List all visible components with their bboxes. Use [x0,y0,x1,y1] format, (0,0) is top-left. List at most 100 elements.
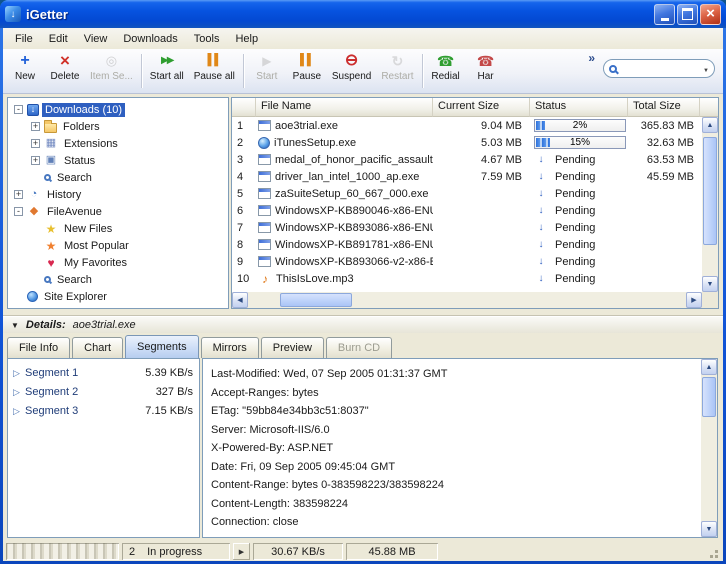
toolbar-button-start[interactable]: ▶Start [247,50,287,92]
scroll-down-icon[interactable] [701,521,717,537]
sidebar-item-site-explorer[interactable]: Site Explorer [8,288,228,305]
tab-file-info[interactable]: File Info [7,337,70,358]
search-box[interactable] [603,59,715,78]
table-row[interactable]: 5zaSuiteSetup_60_667_000.exe↓Pending [232,185,702,202]
menu-help[interactable]: Help [227,30,266,48]
scroll-left-icon[interactable] [232,292,248,308]
menu-view[interactable]: View [76,30,116,48]
segment-expander-icon[interactable] [13,386,25,398]
sidebar-item-new-files[interactable]: ★New Files [8,220,228,237]
exe-icon [258,188,271,199]
segment-expander-icon[interactable] [13,367,25,379]
resize-grip[interactable] [706,543,720,560]
total-size-cell [628,253,700,270]
minimize-button[interactable] [654,4,675,25]
hangup-icon: ☎ [479,51,493,70]
scroll-up-icon[interactable] [701,359,717,375]
headers-vertical-scrollbar[interactable] [701,359,717,537]
table-row[interactable]: 3medal_of_honor_pacific_assault...4.67 M… [232,151,702,168]
toolbar-button-har[interactable]: ☎Har [466,50,506,92]
table-row[interactable]: 8WindowsXP-KB891781-x86-ENU...↓Pending [232,236,702,253]
tree-expander-icon[interactable]: + [31,156,40,165]
menu-file[interactable]: File [7,30,41,48]
vertical-scrollbar-thumb[interactable] [702,377,716,417]
toolbar-button-start-all[interactable]: ▶▶Start all [145,50,189,92]
tree-expander-icon[interactable]: - [14,105,23,114]
tree-expander-icon[interactable]: - [14,207,23,216]
menu-edit[interactable]: Edit [41,30,76,48]
table-row[interactable]: 6WindowsXP-KB890046-x86-ENU...↓Pending [232,202,702,219]
row-number: 5 [232,185,256,202]
table-row[interactable]: 1aoe3trial.exe9.04 MB2%365.83 MB [232,117,702,134]
sidebar-item-extensions[interactable]: +▦Extensions [8,135,228,152]
column-header-current-size[interactable]: Current Size [433,98,530,117]
tree-expander-icon[interactable]: + [14,190,23,199]
toolbar-button-item-se[interactable]: ◎Item Se... [85,50,138,92]
table-row[interactable]: 4driver_lan_intel_1000_ap.exe7.59 MB↓Pen… [232,168,702,185]
toolbar-button-restart[interactable]: ↻Restart [376,50,418,92]
statusbar-play-button[interactable] [233,543,250,560]
sidebar-item-my-favorites[interactable]: ♥My Favorites [8,254,228,271]
tab-preview[interactable]: Preview [261,337,324,358]
status-cell: ↓Pending [530,270,628,287]
menu-downloads[interactable]: Downloads [115,30,185,48]
history-icon: ◔ [27,188,41,202]
segment-row[interactable]: Segment 37.15 KB/s [8,401,199,420]
response-header-line: Date: Fri, 09 Sep 2005 09:45:04 GMT [211,458,695,477]
toolbar-button-delete[interactable]: ×Delete [45,50,85,92]
sidebar-item-status[interactable]: +▣Status [8,152,228,169]
column-header-status[interactable]: Status [530,98,628,117]
titlebar[interactable]: iGetter [0,0,726,28]
pending-icon: ↓ [534,204,548,218]
menu-tools[interactable]: Tools [186,30,228,48]
toolbar-overflow-chevron[interactable]: » [588,51,595,65]
sidebar-item-downloads-10[interactable]: -↓Downloads (10) [8,101,228,118]
pause-all-icon: ▌▌ [207,51,221,70]
sidebar-item-search[interactable]: Search [8,271,228,288]
column-header-number[interactable] [232,98,256,117]
tree-expander-icon[interactable]: + [31,122,40,131]
segment-row[interactable]: Segment 15.39 KB/s [8,363,199,382]
vertical-scrollbar-thumb[interactable] [703,137,717,245]
column-header-file-name[interactable]: File Name [256,98,433,117]
tab-mirrors[interactable]: Mirrors [201,337,259,358]
status-pending-label: Pending [555,171,595,183]
scroll-right-icon[interactable] [686,292,702,308]
table-row[interactable]: 7WindowsXP-KB893086-x86-ENU...↓Pending [232,219,702,236]
menu-bar: FileEditViewDownloadsToolsHelp [3,28,723,49]
segment-row[interactable]: Segment 2327 B/s [8,382,199,401]
sidebar-item-search[interactable]: Search [8,169,228,186]
table-row[interactable]: 2iTunesSetup.exe5.03 MB15%32.63 MB [232,134,702,151]
toolbar-button-redial[interactable]: ☎Redial [426,50,466,92]
tab-chart[interactable]: Chart [72,337,123,358]
tab-burn-cd[interactable]: Burn CD [326,337,392,358]
sidebar-item-most-popular[interactable]: ★Most Popular [8,237,228,254]
toolbar-button-new[interactable]: +New [5,50,45,92]
status-pending-label: Pending [555,222,595,234]
sidebar-item-fileavenue[interactable]: -◆FileAvenue [8,203,228,220]
details-collapse-icon[interactable] [11,319,19,331]
scroll-down-icon[interactable] [702,276,718,292]
table-row[interactable]: 10♪ThisIsLove.mp3↓Pending [232,270,702,287]
toolbar-button-pause-all[interactable]: ▌▌Pause all [189,50,240,92]
table-vertical-scrollbar[interactable] [702,117,718,292]
horizontal-scrollbar-thumb[interactable] [280,293,352,307]
column-header-total-size[interactable]: Total Size [628,98,700,117]
tab-segments[interactable]: Segments [125,335,199,358]
total-size-cell: 63.53 MB [628,151,700,168]
toolbar-button-suspend[interactable]: ⊖Suspend [327,50,376,92]
maximize-button[interactable] [677,4,698,25]
progress-bar: 2% [534,119,626,132]
sidebar-item-folders[interactable]: +Folders [8,118,228,135]
search-dropdown-icon[interactable] [703,63,709,75]
close-button[interactable] [700,4,721,25]
table-horizontal-scrollbar[interactable] [232,292,702,308]
tree-expander-icon[interactable]: + [31,139,40,148]
pending-icon: ↓ [534,170,548,184]
sidebar-item-history[interactable]: +◔History [8,186,228,203]
scroll-up-icon[interactable] [702,117,718,133]
toolbar-button-pause[interactable]: ▌▌Pause [287,50,327,92]
table-row[interactable]: 9WindowsXP-KB893066-v2-x86-E...↓Pending [232,253,702,270]
segment-expander-icon[interactable] [13,405,25,417]
search-input[interactable] [621,63,699,75]
